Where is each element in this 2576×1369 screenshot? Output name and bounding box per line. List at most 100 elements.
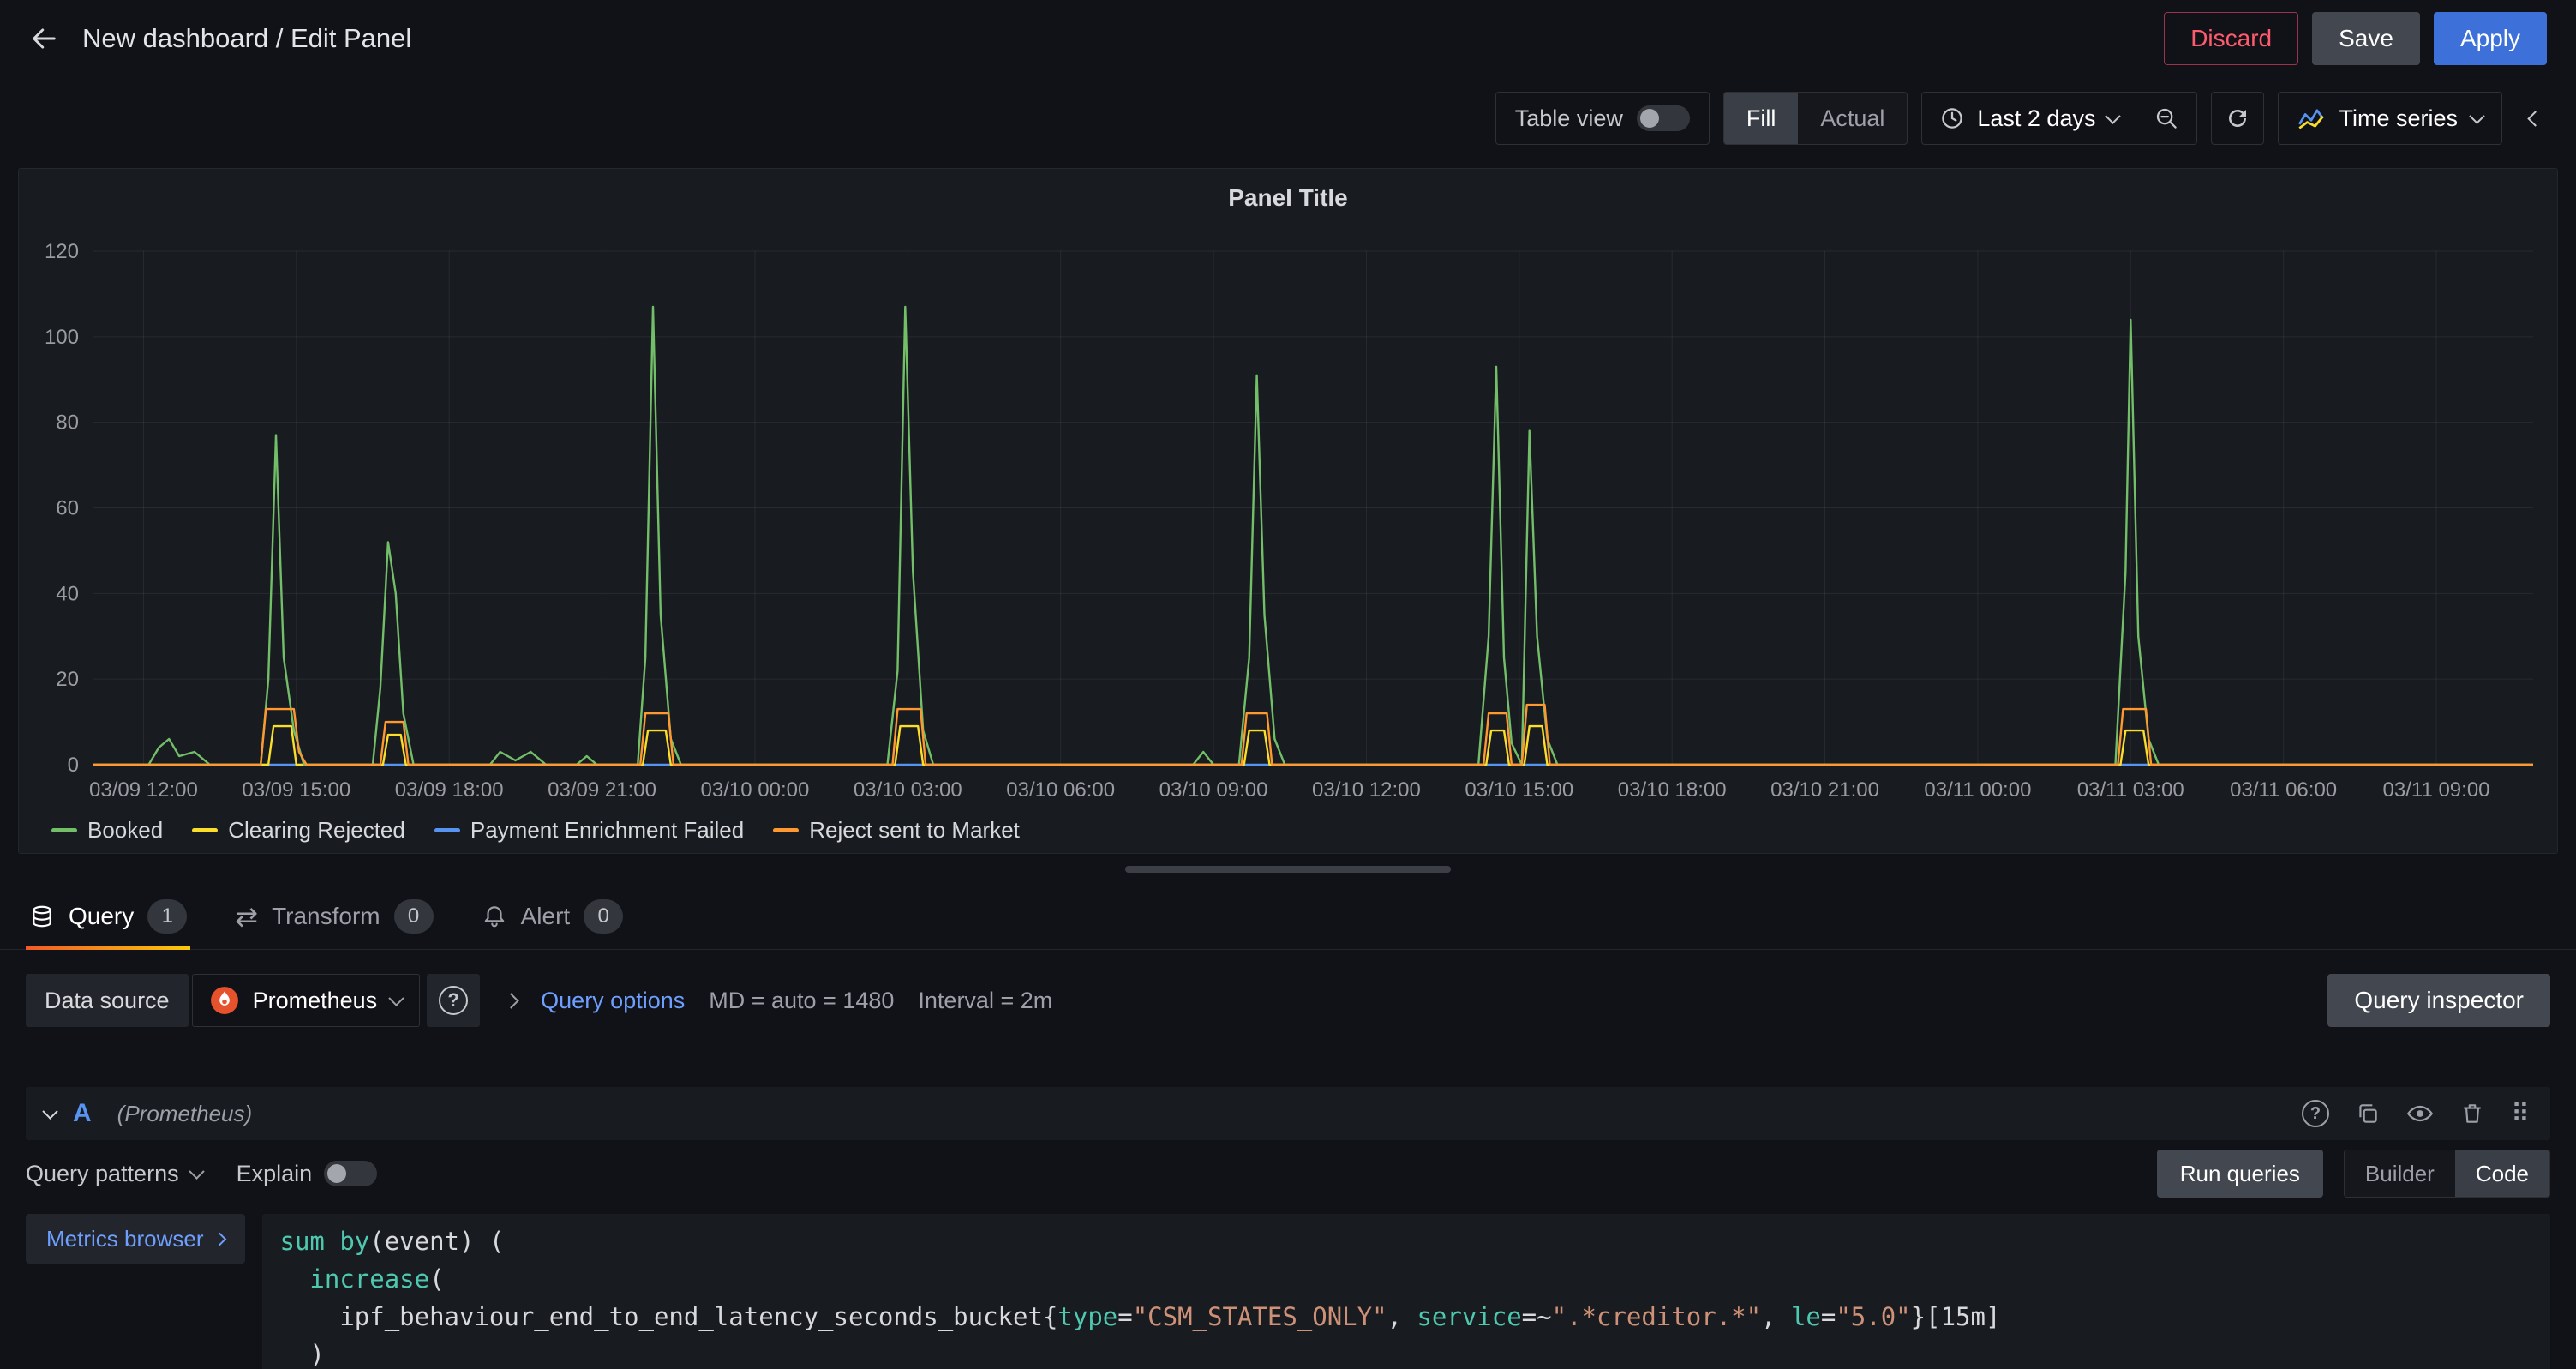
chevron-right-icon [503, 993, 518, 1008]
drag-handle-icon[interactable]: ⠿ [2511, 1099, 2531, 1129]
tab-query[interactable]: Query 1 [26, 883, 190, 949]
fill-actual-segmented: Fill Actual [1723, 92, 1908, 145]
datasource-name: Prometheus [253, 988, 378, 1014]
timeseries-viz-icon [2297, 105, 2325, 132]
datasource-select[interactable]: Prometheus [192, 974, 421, 1027]
bell-icon [482, 904, 507, 929]
explain-toggle[interactable] [324, 1161, 377, 1186]
chevron-right-icon [213, 1232, 227, 1246]
legend-swatch [773, 828, 799, 832]
query-editor-row: Metrics browser sum by(event) ( increase… [26, 1214, 2550, 1369]
tab-transform[interactable]: ⇄ Transform 0 [231, 883, 436, 949]
discard-button[interactable]: Discard [2164, 12, 2298, 65]
svg-text:100: 100 [45, 326, 79, 349]
query-datasource-name: (Prometheus) [117, 1101, 253, 1127]
promql-code: sum by(event) ( increase( ipf_behaviour_… [279, 1222, 2533, 1369]
tab-query-label: Query [69, 903, 134, 930]
page-title: New dashboard / Edit Panel [82, 23, 411, 54]
collapse-options-button[interactable] [2516, 92, 2554, 145]
legend-label: Payment Enrichment Failed [470, 817, 744, 844]
refresh-icon [2225, 105, 2250, 131]
datasource-label: Data source [26, 974, 189, 1027]
svg-text:03/10 00:00: 03/10 00:00 [701, 778, 810, 802]
legend-swatch [192, 828, 218, 832]
panel-toolbar: Table view Fill Actual Last 2 days Time … [0, 77, 2576, 159]
svg-text:03/10 06:00: 03/10 06:00 [1006, 778, 1115, 802]
run-queries-button[interactable]: Run queries [2157, 1150, 2323, 1198]
code-option[interactable]: Code [2455, 1150, 2549, 1197]
datasource-help-button[interactable]: ? [427, 974, 480, 1027]
query-refid: A [73, 1099, 92, 1128]
metrics-browser-button[interactable]: Metrics browser [26, 1214, 245, 1264]
apply-button[interactable]: Apply [2434, 12, 2547, 65]
duplicate-icon[interactable] [2355, 1101, 2381, 1126]
tab-transform-label: Transform [272, 903, 380, 930]
query-options-group: Query options MD = auto = 1480 Interval … [506, 988, 1052, 1014]
builder-option[interactable]: Builder [2345, 1150, 2455, 1197]
svg-text:03/10 15:00: 03/10 15:00 [1465, 778, 1573, 802]
metrics-browser-label: Metrics browser [46, 1226, 203, 1252]
help-circle-icon[interactable]: ? [2302, 1100, 2329, 1127]
time-range-picker[interactable]: Last 2 days [1922, 93, 2136, 144]
svg-text:40: 40 [56, 582, 79, 605]
trash-icon[interactable] [2459, 1101, 2485, 1126]
collapse-query-chevron-icon[interactable] [42, 1103, 57, 1119]
top-bar: New dashboard / Edit Panel Discard Save … [0, 0, 2576, 77]
timeseries-chart[interactable]: 02040608010012003/09 12:0003/09 15:0003/… [33, 217, 2543, 808]
query-options-link[interactable]: Query options [541, 988, 685, 1014]
chevron-down-icon [2106, 108, 2121, 123]
legend-label: Booked [87, 817, 163, 844]
tab-alert-label: Alert [521, 903, 571, 930]
visualization-label: Time series [2339, 105, 2458, 132]
chart-legend: Booked Clearing Rejected Payment Enrichmen… [33, 808, 2543, 846]
table-view-toggle[interactable] [1637, 105, 1690, 131]
chevron-down-icon [2469, 108, 2484, 123]
panel-resize-handle[interactable] [1125, 866, 1451, 873]
legend-item[interactable]: Booked [51, 817, 163, 844]
svg-text:120: 120 [45, 240, 79, 263]
legend-item[interactable]: Reject sent to Market [773, 817, 1020, 844]
actual-option[interactable]: Actual [1798, 93, 1907, 144]
database-icon [29, 904, 55, 929]
tab-transform-badge: 0 [394, 899, 434, 934]
query-patterns-dropdown[interactable]: Query patterns [26, 1161, 202, 1187]
time-picker-group: Last 2 days [1921, 92, 2197, 145]
svg-text:03/09 18:00: 03/09 18:00 [395, 778, 504, 802]
svg-text:03/10 18:00: 03/10 18:00 [1618, 778, 1727, 802]
svg-text:80: 80 [56, 411, 79, 435]
panel: Panel Title 02040608010012003/09 12:0003… [18, 168, 2558, 854]
refresh-button[interactable] [2211, 92, 2264, 145]
topbar-actions: Discard Save Apply [2164, 12, 2547, 65]
svg-text:03/09 15:00: 03/09 15:00 [242, 778, 350, 802]
toggle-knob [1640, 109, 1659, 128]
query-inspector-button[interactable]: Query inspector [2327, 974, 2550, 1027]
chevron-left-icon [2527, 111, 2543, 126]
tab-alert[interactable]: Alert 0 [478, 883, 627, 949]
fill-option[interactable]: Fill [1724, 93, 1799, 144]
query-a-header[interactable]: A (Prometheus) ? ⠿ [26, 1087, 2550, 1140]
svg-text:03/10 12:00: 03/10 12:00 [1312, 778, 1421, 802]
toggle-knob [327, 1164, 346, 1183]
svg-text:03/10 03:00: 03/10 03:00 [854, 778, 962, 802]
svg-text:03/10 21:00: 03/10 21:00 [1770, 778, 1879, 802]
arrow-left-icon [29, 23, 60, 54]
back-button[interactable] [29, 23, 60, 54]
panel-title: Panel Title [33, 179, 2543, 217]
save-button[interactable]: Save [2312, 12, 2420, 65]
svg-text:0: 0 [68, 754, 79, 777]
datasource-row: Data source Prometheus ? Query options M… [26, 974, 2550, 1027]
code-editor[interactable]: sum by(event) ( increase( ipf_behaviour_… [262, 1214, 2550, 1369]
table-view-group: Table view [1495, 92, 1710, 145]
svg-text:03/11 00:00: 03/11 00:00 [1924, 778, 2031, 802]
zoom-out-button[interactable] [2136, 93, 2196, 144]
query-patterns-label: Query patterns [26, 1161, 179, 1187]
builder-code-segmented: Builder Code [2344, 1150, 2550, 1198]
legend-item[interactable]: Clearing Rejected [192, 817, 405, 844]
legend-item[interactable]: Payment Enrichment Failed [434, 817, 744, 844]
eye-icon[interactable] [2406, 1100, 2434, 1127]
editor-tabs: Query 1 ⇄ Transform 0 Alert 0 [0, 883, 2576, 950]
transform-icon: ⇄ [235, 900, 258, 933]
visualization-picker[interactable]: Time series [2278, 92, 2502, 145]
zoom-out-icon [2154, 105, 2179, 131]
svg-text:03/10 09:00: 03/10 09:00 [1159, 778, 1268, 802]
